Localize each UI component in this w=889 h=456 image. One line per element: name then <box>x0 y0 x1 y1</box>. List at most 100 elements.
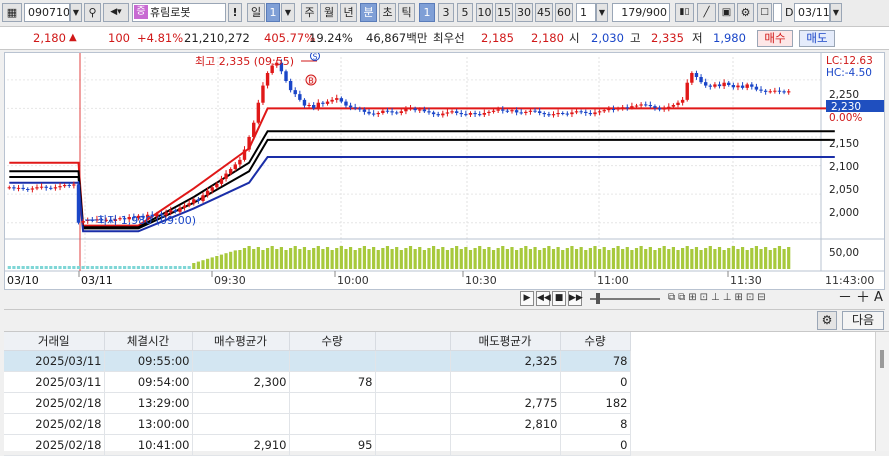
zoom-slider-thumb[interactable] <box>596 293 600 304</box>
auto-scale-button[interactable]: A <box>874 290 883 306</box>
date-dropdown-icon[interactable]: ▼ <box>830 3 842 22</box>
speaker-icon[interactable]: ◀▾ <box>103 3 129 22</box>
interval-15[interactable]: 15 <box>495 3 513 22</box>
tab-tick[interactable]: 틱 <box>398 3 415 22</box>
table-row[interactable]: 2025/02/18 13:00:00 2,810 8 <box>4 413 631 435</box>
sell-button[interactable]: 매도 <box>799 30 835 47</box>
bar-count-field[interactable]: 179/900 <box>612 3 670 22</box>
volume-bar <box>215 256 219 269</box>
table-row[interactable]: 2025/03/11 09:55:00 2,325 78 <box>4 350 631 372</box>
high-label: 고 <box>630 31 641 45</box>
table-row[interactable]: 2025/02/18 13:29:00 2,775 182 <box>4 392 631 414</box>
candle-body <box>307 105 311 106</box>
candle-body <box>607 109 611 111</box>
unit-input[interactable]: 1 <box>576 3 596 22</box>
volume-bar <box>99 266 104 269</box>
volume-bar <box>348 247 353 269</box>
chevron-down-icon[interactable]: ▼ <box>70 3 82 22</box>
date-input[interactable]: 03/11 <box>794 3 830 22</box>
candle-body <box>224 173 228 179</box>
column-header-buy-avg[interactable]: 매수평균가 <box>192 332 290 351</box>
ma-line <box>9 130 835 229</box>
tab-second[interactable]: 초 <box>379 3 396 22</box>
day-count-dropdown-icon[interactable]: ▼ <box>281 3 295 22</box>
volume-bar <box>731 246 735 269</box>
day-count-field[interactable]: 1 <box>266 3 280 22</box>
play-button[interactable]: ▶ <box>520 291 534 306</box>
rewind-button[interactable]: ◀◀ <box>536 291 551 306</box>
gear-icon[interactable]: ⚙ <box>737 3 754 22</box>
column-header-time[interactable]: 체결시간 <box>104 332 193 351</box>
price-chart[interactable]: 최고 2,335 (09:55) 최저 1,980 (09:00) S B LC:12.… <box>4 52 885 290</box>
volume-bar <box>427 248 431 269</box>
tab-day[interactable]: 일 <box>247 3 265 22</box>
search-icon[interactable]: ⚲ <box>84 3 101 22</box>
cell-buy-qty <box>289 413 376 435</box>
interval-3[interactable]: 3 <box>438 3 454 22</box>
candle-body <box>242 149 247 160</box>
stock-name-field[interactable]: 증 휴림로봇 <box>132 3 226 22</box>
vertical-scrollbar[interactable] <box>875 332 889 451</box>
stock-code-input[interactable]: 090710 <box>24 3 70 22</box>
zoom-slider[interactable] <box>590 298 660 300</box>
volume-bar <box>284 250 288 269</box>
alert-button[interactable]: ! <box>228 3 242 22</box>
volume-bar <box>30 266 34 269</box>
window-menu-icon[interactable]: ▦ <box>2 3 22 22</box>
interval-10[interactable]: 10 <box>476 3 493 22</box>
column-header-sell-qty[interactable]: 수량 <box>560 332 631 351</box>
x-tick-label: 10:00 <box>337 274 369 287</box>
interval-60[interactable]: 60 <box>555 3 573 22</box>
zoom-in-button[interactable]: ＋ <box>856 290 870 306</box>
grid-settings-icon[interactable]: ⚙ <box>817 311 837 330</box>
column-header-blank[interactable] <box>375 332 451 351</box>
volume-bar <box>625 247 629 269</box>
volume-bar <box>81 266 85 269</box>
volume-bar <box>169 266 173 269</box>
column-header-sell-avg[interactable]: 매도평균가 <box>450 332 561 351</box>
tab-week[interactable]: 주 <box>301 3 318 22</box>
volume-bar <box>49 266 53 269</box>
stop-button[interactable]: ■ <box>552 291 566 306</box>
zoom-out-button[interactable]: － <box>838 290 852 306</box>
next-button[interactable]: 다음 <box>842 311 884 330</box>
interval-45[interactable]: 45 <box>535 3 553 22</box>
candle-body <box>219 178 224 184</box>
candle-body <box>745 84 749 88</box>
interval-1[interactable]: 1 <box>419 3 435 22</box>
scrollbar-thumb[interactable] <box>880 350 884 368</box>
column-header-date[interactable]: 거래일 <box>4 332 105 351</box>
volume-bar <box>113 266 117 269</box>
tab-minute[interactable]: 분 <box>360 3 377 22</box>
candle-body <box>321 102 325 104</box>
save-icon[interactable]: ▣ <box>718 3 735 22</box>
interval-5[interactable]: 5 <box>457 3 473 22</box>
table-row[interactable]: 2025/02/18 10:41:00 2,910 95 0 <box>4 434 631 456</box>
table-row[interactable]: 2025/03/11 09:54:00 2,300 78 0 <box>4 371 631 393</box>
column-header-buy-qty[interactable]: 수량 <box>289 332 376 351</box>
volume-bar <box>339 246 343 269</box>
volume-bar <box>722 250 726 269</box>
tab-month[interactable]: 월 <box>320 3 338 22</box>
candle-settings-icon[interactable]: ▮▯ <box>675 3 694 22</box>
candle-body <box>436 114 440 116</box>
x-tick-label: 11:43:00 <box>825 274 874 287</box>
d-checkbox[interactable] <box>773 3 782 22</box>
interval-30[interactable]: 30 <box>515 3 533 22</box>
best-bid: 2,180 <box>531 31 564 45</box>
buy-button[interactable]: 매수 <box>757 30 793 47</box>
candle-body <box>717 84 722 87</box>
tab-year[interactable]: 년 <box>340 3 357 22</box>
candle-body <box>722 82 726 87</box>
cell-buy-qty <box>289 350 376 372</box>
unit-dropdown-icon[interactable]: ▼ <box>596 3 608 22</box>
candle-body <box>699 77 703 83</box>
line-tool-icon[interactable]: ╱ <box>697 3 716 22</box>
volume-bar <box>759 249 763 269</box>
square-icon[interactable]: □ <box>757 3 772 22</box>
volume-bar <box>574 249 579 269</box>
volume-bar <box>141 266 145 269</box>
fast-forward-button[interactable]: ▶▶ <box>568 291 583 306</box>
chart-tools-icons[interactable]: ⧉⧉⊞⊡⊥⊥⊞⊡⊟ <box>668 292 818 306</box>
volume-bar <box>717 247 722 269</box>
